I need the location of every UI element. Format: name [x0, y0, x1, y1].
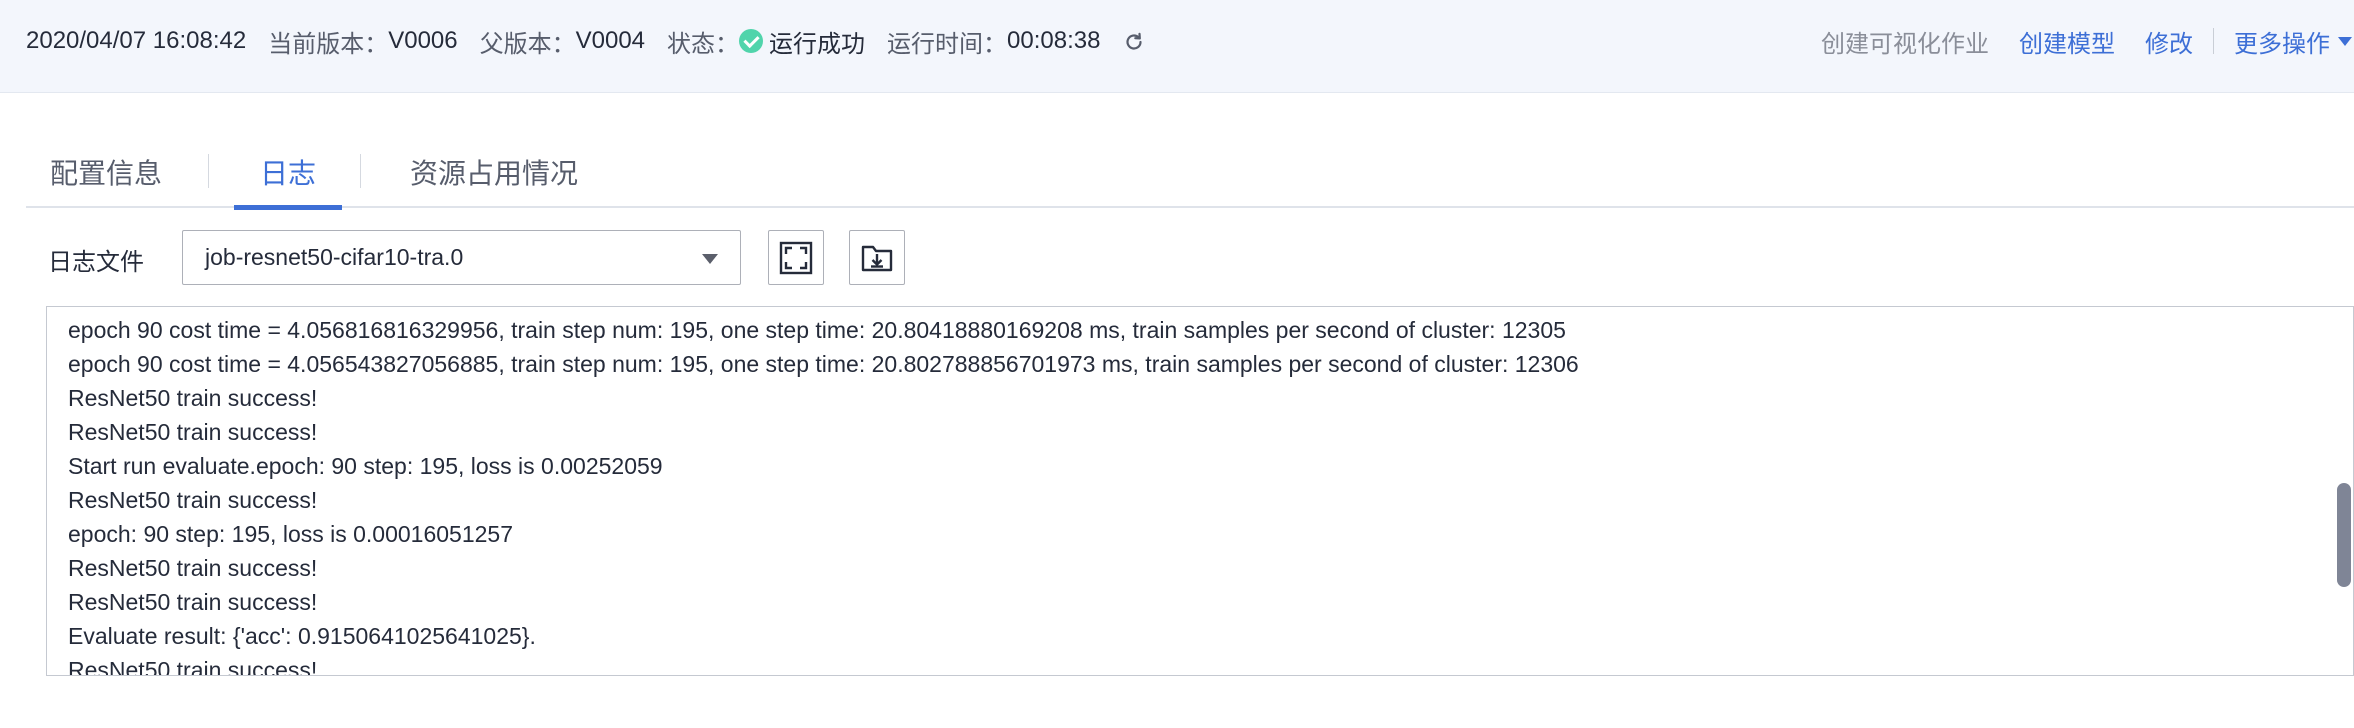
edit-button[interactable]: 修改 — [2145, 24, 2193, 59]
download-log-button[interactable] — [849, 230, 905, 285]
log-lines: epoch 90 cost time = 4.056816816329956, … — [68, 313, 1579, 676]
action-divider — [2213, 28, 2214, 54]
success-check-icon — [739, 29, 764, 53]
tab-config-info[interactable]: 配置信息 — [50, 152, 162, 206]
folder-download-icon — [861, 245, 893, 271]
refresh-icon[interactable] — [1124, 31, 1144, 51]
log-file-select[interactable]: job-resnet50-cifar10-tra.0 — [182, 230, 741, 285]
current-version-label: 当前版本： — [268, 30, 389, 58]
log-line: ResNet50 train success! — [68, 487, 318, 513]
log-file-selected: job-resnet50-cifar10-tra.0 — [205, 244, 464, 270]
log-file-label: 日志文件 — [48, 249, 144, 276]
dropdown-arrow-icon[interactable] — [702, 254, 718, 264]
log-line: ResNet50 train success! — [68, 555, 318, 581]
current-version: V0006 — [388, 27, 458, 54]
log-line: ResNet50 train success! — [68, 385, 318, 411]
parent-version-label: 父版本： — [479, 30, 576, 58]
tab-bar: 配置信息 日志 资源占用情况 — [26, 140, 2354, 210]
log-line: epoch 90 cost time = 4.056543827056885, … — [68, 351, 1579, 377]
create-visual-job-button[interactable]: 创建可视化作业 — [1821, 24, 1989, 59]
log-line: ResNet50 train success! — [68, 589, 318, 615]
log-scrollbar[interactable] — [2337, 483, 2351, 587]
job-datetime: 2020/04/07 16:08:42 — [26, 27, 247, 54]
job-meta: 2020/04/07 16:08:42 当前版本： V0006 父版本： V00… — [26, 24, 1144, 58]
log-line: ResNet50 train success! — [68, 419, 318, 445]
log-output[interactable]: epoch 90 cost time = 4.056816816329956, … — [46, 306, 2354, 676]
fullscreen-icon — [779, 241, 813, 274]
tab-divider — [360, 154, 361, 188]
fullscreen-button[interactable] — [768, 230, 824, 285]
chevron-down-icon[interactable] — [2338, 36, 2352, 46]
log-line: epoch 90 cost time = 4.056816816329956, … — [68, 317, 1566, 343]
log-line: ResNet50 train success! — [68, 657, 318, 676]
log-line: epoch: 90 step: 195, loss is 0.000160512… — [68, 521, 514, 547]
header-actions: 创建可视化作业 创建模型 修改 更多操作 — [1821, 24, 2354, 58]
log-line: Evaluate result: {'acc': 0.9150641025641… — [68, 623, 536, 649]
status-value: 运行成功 — [769, 30, 866, 58]
more-actions-button[interactable]: 更多操作 — [2234, 24, 2330, 59]
runtime-value: 00:08:38 — [1007, 27, 1101, 54]
active-tab-indicator — [234, 205, 343, 210]
create-model-button[interactable]: 创建模型 — [2019, 24, 2115, 59]
runtime-label: 运行时间： — [887, 30, 1008, 58]
status-label: 状态： — [667, 30, 740, 58]
log-line: Start run evaluate.epoch: 90 step: 195, … — [68, 453, 663, 479]
tab-resource-usage[interactable]: 资源占用情况 — [410, 152, 578, 206]
job-header: 2020/04/07 16:08:42 当前版本： V0006 父版本： V00… — [0, 0, 2354, 93]
tab-divider — [208, 154, 209, 188]
tab-logs-label: 日志 — [260, 158, 317, 189]
parent-version: V0004 — [575, 27, 646, 54]
tab-logs[interactable]: 日志 — [234, 152, 343, 210]
